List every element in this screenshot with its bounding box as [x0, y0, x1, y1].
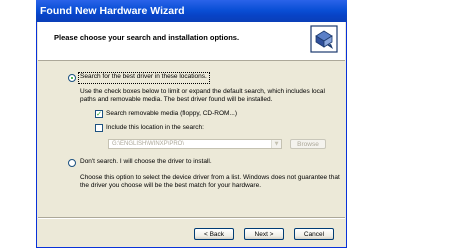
- window-title: Found New Hardware Wizard: [40, 5, 185, 17]
- removable-media-label[interactable]: Search removable media (floppy, CD-ROM..…: [106, 110, 237, 117]
- header-title: Please choose your search and installati…: [54, 33, 240, 42]
- wizard-window: Found New Hardware Wizard Please choose …: [36, 0, 347, 248]
- next-button[interactable]: Next >: [244, 228, 284, 240]
- search-best-label[interactable]: Search for the best driver in these loca…: [80, 73, 207, 80]
- include-location-label[interactable]: Include this location in the search:: [106, 124, 204, 131]
- back-button[interactable]: < Back: [194, 228, 234, 240]
- dont-search-radio[interactable]: [68, 159, 76, 167]
- cancel-button[interactable]: Cancel: [294, 228, 334, 240]
- options-panel: Search for the best driver in these loca…: [38, 61, 345, 211]
- hardware-wizard-icon: [310, 25, 338, 53]
- dont-search-description: Choose this option to select the device …: [80, 174, 340, 181]
- removable-media-checkbox[interactable]: ✓: [95, 110, 103, 118]
- browse-button[interactable]: Browse: [290, 139, 326, 149]
- dont-search-label[interactable]: Don't search. I will choose the driver t…: [80, 158, 212, 165]
- search-best-description: Use the check boxes below to limit or ex…: [80, 88, 325, 95]
- location-combobox[interactable]: G:\ENGLISH\WINXP\PRO\ ▼: [108, 139, 282, 149]
- title-bar[interactable]: Found New Hardware Wizard: [36, 0, 347, 22]
- include-location-checkbox[interactable]: [95, 124, 103, 132]
- dont-search-description-2: the driver you choose will be the best m…: [80, 182, 262, 189]
- search-best-description-2: paths and removable media. The best driv…: [80, 96, 273, 103]
- search-best-radio[interactable]: [68, 74, 76, 82]
- chevron-down-icon[interactable]: ▼: [271, 140, 281, 148]
- location-path: G:\ENGLISH\WINXP\PRO\: [112, 141, 185, 147]
- wizard-header: Please choose your search and installati…: [38, 22, 345, 61]
- footer-separator: [38, 217, 345, 219]
